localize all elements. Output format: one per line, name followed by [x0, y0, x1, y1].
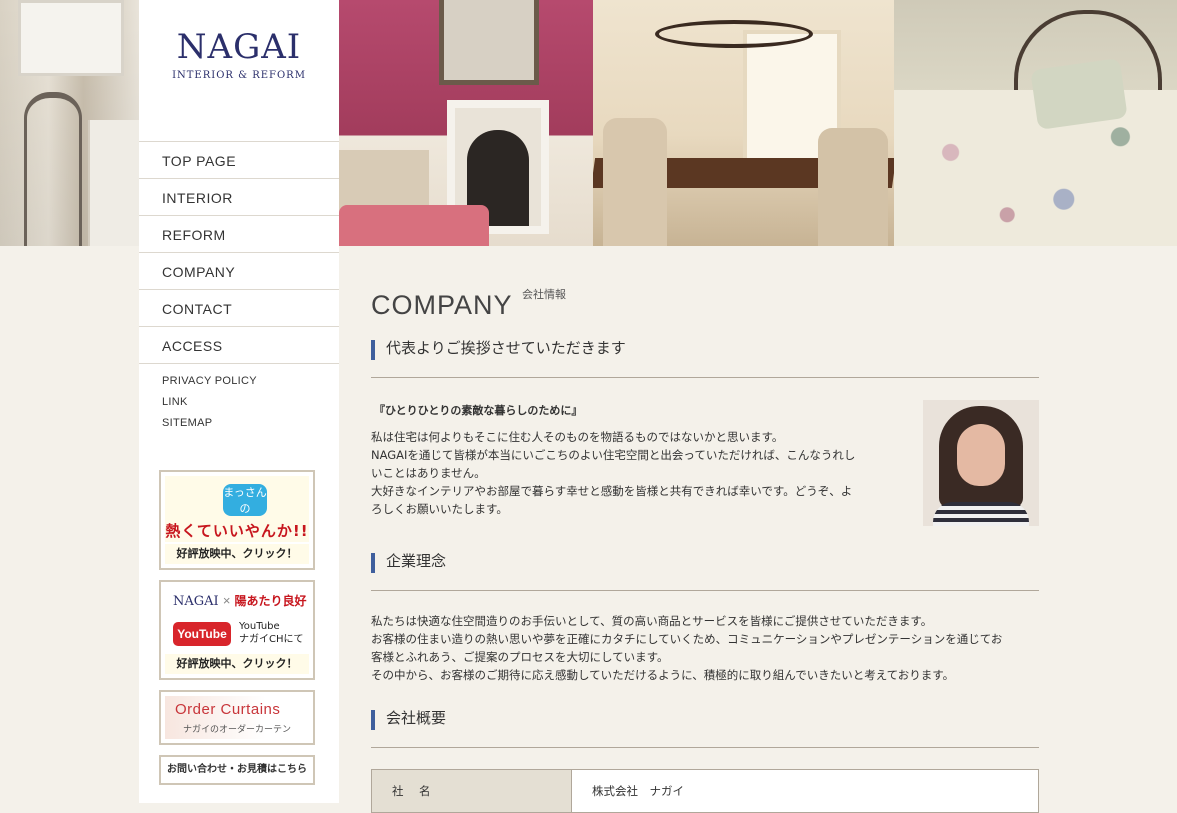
nav-interior[interactable]: INTERIOR [139, 179, 339, 216]
heading-accent-bar [371, 340, 375, 360]
photo-chair-right [818, 128, 888, 246]
banner-masan-show[interactable]: まっさんの 熱くていいやんか!! 好評放映中、クリック！ [159, 470, 315, 570]
nav-company[interactable]: COMPANY [139, 253, 339, 290]
photo-cabinet [88, 120, 139, 246]
page-title: COMPANY [371, 290, 513, 321]
greeting-line: 私は住宅は何よりもそこに住む人そのものを物語るものではないかと思います。 [371, 430, 784, 444]
section-heading-overview: 会社概要 [371, 709, 1039, 748]
logo-sub: INTERIOR & REFORM [172, 70, 306, 81]
banner-youtube-header: NAGAI × 陽あたり良好 [165, 592, 309, 609]
header-photo-living [339, 0, 593, 246]
logo-main: NAGAI [176, 27, 302, 67]
greeting-line: いことはありません。 [371, 466, 486, 480]
banner-youtube-cross: × [222, 593, 231, 608]
company-overview-table: 社 名 株式会社 ナガイ [371, 769, 1039, 813]
sidebar: NAGAI INTERIOR & REFORM TOP PAGE INTERIO… [139, 0, 339, 803]
banner-contact-label: お問い合わせ・お見積はこちら [167, 764, 307, 775]
greeting-title: 『ひとりひとりの素敵な暮らしのために』 [374, 404, 583, 417]
photo-window [18, 0, 124, 76]
section-heading-philosophy-text: 企業理念 [386, 552, 447, 570]
header-photo-dining [593, 0, 894, 246]
philosophy-line: 客様とふれあう、ご提案のプロセスを大切にしています。 [371, 650, 669, 664]
banner-youtube-show: 陽あたり良好 [234, 594, 307, 608]
photo-mirror [439, 0, 539, 85]
sub-nav: PRIVACY POLICY LINK SITEMAP [139, 374, 339, 437]
banner-youtube-caption: 好評放映中、クリック！ [165, 654, 309, 674]
banner-masan-art: まっさんの 熱くていいやんか!! [165, 476, 309, 542]
philosophy-line: その中から、お客様のご期待に応え感動していただけるように、積極的に取り組んでいき… [371, 668, 955, 682]
banner-youtube-line1: YouTube [239, 621, 280, 632]
nav-reform[interactable]: REFORM [139, 216, 339, 253]
philosophy-line: お客様の住まい造りの熱い思いや夢を正確にカタチにしていくため、コミュニケーション… [371, 632, 1003, 646]
photo-chandelier [655, 20, 813, 48]
table-key: 社 名 [371, 769, 572, 813]
subnav-privacy-policy[interactable]: PRIVACY POLICY [162, 374, 339, 395]
banner-youtube-line2: ナガイCHにて [239, 634, 304, 645]
left-header-photo [0, 0, 139, 246]
banner-order-curtains-sub: ナガイのオーダーカーテン [183, 725, 292, 735]
philosophy-body: 私たちは快適な住空間造りのお手伝いとして、質の高い商品とサービスを皆様にご提供さ… [371, 612, 1039, 684]
photo-ottoman [339, 205, 489, 246]
banner-youtube-brand: NAGAI [173, 594, 219, 609]
section-heading-greeting: 代表よりご挨拶させていただきます [371, 339, 1039, 378]
heading-accent-bar [371, 710, 375, 730]
representative-photo [923, 400, 1039, 526]
subnav-sitemap[interactable]: SITEMAP [162, 416, 339, 437]
photo-pillow [1030, 58, 1128, 130]
greeting-line: NAGAIを通じて皆様が本当にいごこちのよい住宅空間と出会っていただければ、こん… [371, 448, 856, 462]
philosophy-line: 私たちは快適な住空間造りのお手伝いとして、質の高い商品とサービスを皆様にご提供さ… [371, 614, 933, 628]
photo-face [957, 424, 1005, 486]
greeting-body: 私は住宅は何よりもそこに住む人そのものを物語るものではないかと思います。 NAG… [371, 428, 881, 518]
banner-order-curtains[interactable]: Order Curtains ナガイのオーダーカーテン [159, 690, 315, 745]
banner-youtube-text: YouTube ナガイCHにて [239, 620, 304, 646]
table-row: 社 名 株式会社 ナガイ [371, 769, 1039, 813]
photo-chair-left [603, 118, 667, 246]
section-heading-overview-text: 会社概要 [386, 709, 447, 727]
banner-masan-badge: まっさんの [223, 484, 267, 516]
nav-contact[interactable]: CONTACT [139, 290, 339, 327]
banner-contact[interactable]: お問い合わせ・お見積はこちら [159, 755, 315, 785]
banner-masan-caption: 好評放映中、クリック！ [165, 544, 309, 564]
photo-stool [24, 92, 82, 246]
subnav-link[interactable]: LINK [162, 395, 339, 416]
banner-youtube[interactable]: NAGAI × 陽あたり良好 YouTube YouTube ナガイCHにて 好… [159, 580, 315, 680]
section-heading-greeting-text: 代表よりご挨拶させていただきます [386, 339, 626, 357]
section-heading-philosophy: 企業理念 [371, 552, 1039, 591]
banner-order-curtains-title: Order Curtains [175, 701, 281, 718]
header-photo-bedroom [894, 0, 1177, 246]
header-photos [339, 0, 1177, 246]
youtube-logo-icon: YouTube [173, 622, 231, 646]
table-value: 株式会社 ナガイ [571, 769, 1039, 813]
nav-top-page[interactable]: TOP PAGE [139, 142, 339, 179]
greeting-line: 大好きなインテリアやお部屋で暮らす幸せと感動を皆様と共有できれば幸いです。どうぞ… [371, 484, 853, 498]
photo-shirt [933, 502, 1029, 526]
main-nav: TOP PAGE INTERIOR REFORM COMPANY CONTACT… [139, 141, 339, 364]
page-subtitle: 会社情報 [522, 288, 566, 301]
greeting-line: ろしくお願いいたします。 [371, 502, 508, 516]
nav-access[interactable]: ACCESS [139, 327, 339, 364]
logo[interactable]: NAGAI INTERIOR & REFORM [139, 0, 339, 141]
heading-accent-bar [371, 553, 375, 573]
banner-masan-title: 熱くていいやんか!! [165, 522, 309, 540]
